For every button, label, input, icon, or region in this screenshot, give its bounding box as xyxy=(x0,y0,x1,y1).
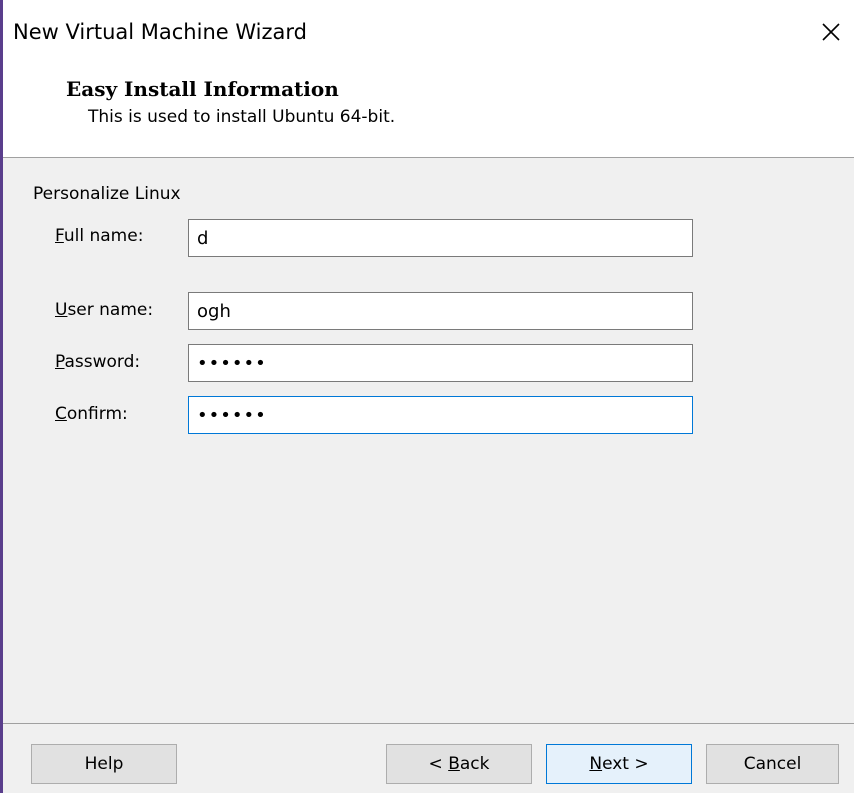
group-label-personalize-linux: Personalize Linux xyxy=(33,184,181,204)
window-title: New Virtual Machine Wizard xyxy=(13,20,307,44)
full-name-input[interactable] xyxy=(188,219,693,257)
user-name-label: User name: xyxy=(55,300,153,320)
next-button-label: Next > xyxy=(589,754,648,774)
cancel-button-label: Cancel xyxy=(743,754,802,774)
user-name-input[interactable] xyxy=(188,292,693,330)
password-label: Password: xyxy=(55,352,140,372)
full-name-label-mnemonic: F xyxy=(55,226,64,246)
confirm-label: Confirm: xyxy=(55,404,128,424)
next-button[interactable]: Next > xyxy=(546,744,692,784)
back-button-mnemonic: B xyxy=(448,754,460,774)
help-button-label: Help xyxy=(84,754,124,774)
cancel-button[interactable]: Cancel xyxy=(706,744,839,784)
password-label-text: assword: xyxy=(64,352,141,372)
back-button-text: ack xyxy=(459,754,490,774)
header-subtitle: This is used to install Ubuntu 64-bit. xyxy=(88,107,396,127)
title-bar[interactable]: New Virtual Machine Wizard xyxy=(3,0,854,60)
confirm-password-input[interactable] xyxy=(188,396,693,434)
password-input[interactable] xyxy=(188,344,693,382)
wizard-body: Personalize Linux Full name: User name: … xyxy=(3,158,854,723)
wizard-header: Easy Install Information This is used to… xyxy=(3,60,854,157)
help-button[interactable]: Help xyxy=(31,744,177,784)
confirm-label-text: onfirm: xyxy=(66,404,128,424)
wizard-footer: Help < Back Next > Cancel xyxy=(3,724,854,793)
user-name-label-text: ser name: xyxy=(67,300,154,320)
close-icon xyxy=(822,23,840,41)
next-button-text: ext > xyxy=(602,754,649,774)
confirm-label-mnemonic: C xyxy=(55,404,67,424)
wizard-window: New Virtual Machine Wizard Easy Install … xyxy=(0,0,854,793)
password-label-mnemonic: P xyxy=(55,352,65,372)
user-name-label-mnemonic: U xyxy=(55,300,68,320)
next-button-mnemonic: N xyxy=(589,754,603,774)
close-button[interactable] xyxy=(808,10,854,54)
header-title: Easy Install Information xyxy=(66,77,339,101)
full-name-label-text: ull name: xyxy=(63,226,144,246)
back-button-label: < Back xyxy=(429,754,490,774)
full-name-label: Full name: xyxy=(55,226,143,246)
back-button[interactable]: < Back xyxy=(386,744,532,784)
back-button-prefix: < xyxy=(428,754,449,774)
